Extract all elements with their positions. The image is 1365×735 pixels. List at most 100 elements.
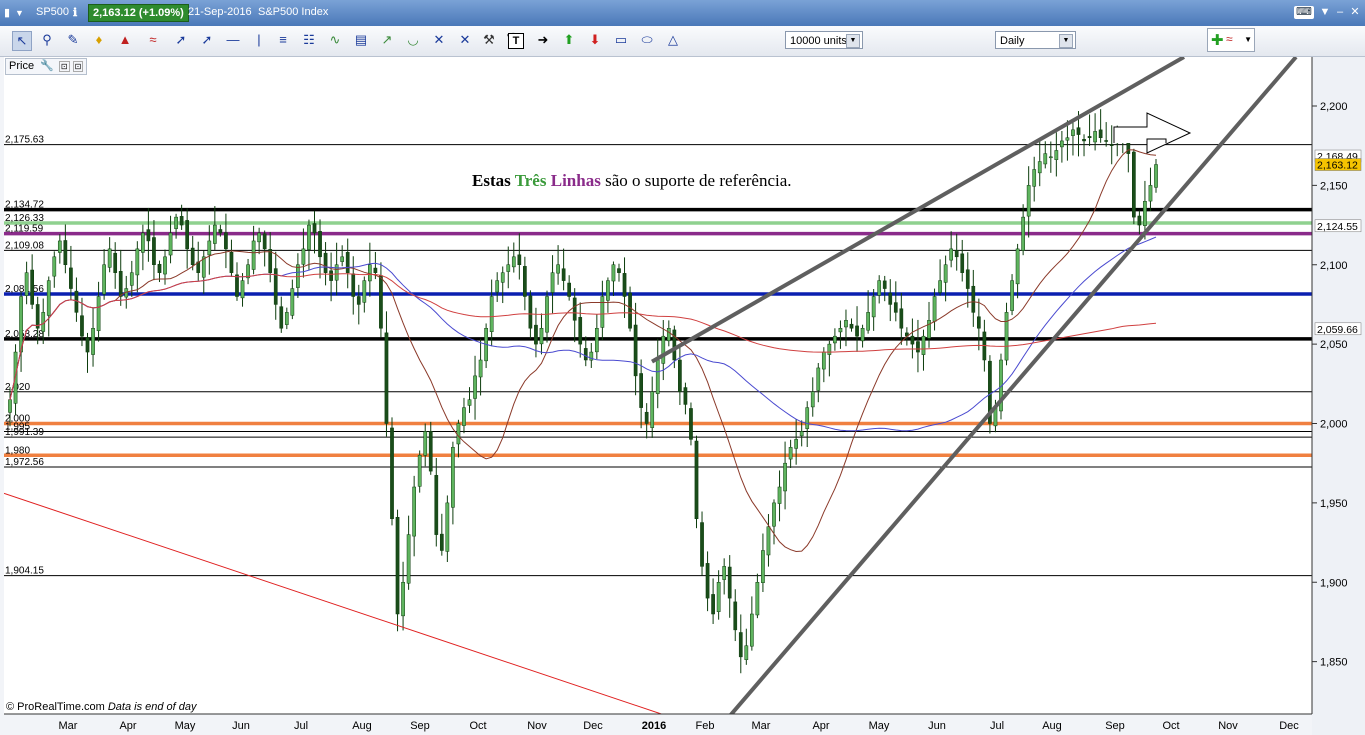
candle-body	[1065, 137, 1070, 141]
candle-body	[855, 325, 859, 337]
expand-icon[interactable]: ⊡	[58, 61, 70, 72]
candle-body	[893, 302, 898, 313]
timeframe-select[interactable]: Daily ▼	[995, 31, 1076, 49]
text-tool-icon[interactable]: T	[508, 33, 524, 49]
trend-tools-icon[interactable]: ↗	[378, 31, 396, 49]
arc-tool-icon[interactable]: ◡	[404, 31, 422, 49]
zoom-tool-icon[interactable]: ⚲	[38, 31, 56, 49]
candle-body	[434, 475, 439, 535]
units-select[interactable]: 10000 units ▼	[785, 31, 863, 49]
minimize-icon[interactable]: –	[1333, 6, 1347, 19]
candle-body	[406, 534, 411, 584]
instrument-label: S&P500 Index	[258, 6, 329, 18]
candle-body	[312, 223, 317, 234]
price-panel-tab[interactable]: Price 🔧 ⊡ ⊡	[5, 58, 88, 75]
ruler-tool-icon[interactable]: ✎	[64, 31, 82, 49]
candle-body	[129, 272, 134, 286]
channel-tool-icon[interactable]: ≈	[144, 31, 162, 49]
price-chart[interactable]: 2,175.63 2,134.72 2,126.332,119.59 2,109.08…	[4, 57, 1312, 714]
chevron-down-icon[interactable]: ▼	[1059, 34, 1073, 48]
chevron-down-icon[interactable]: ▼	[846, 34, 860, 48]
candle-body	[772, 502, 776, 527]
candle-body	[888, 292, 893, 305]
candle-body	[35, 304, 40, 329]
wrench-icon[interactable]: 🔧	[40, 60, 54, 72]
candle-body	[57, 240, 62, 253]
fibonacci-tool-icon[interactable]: ≡	[274, 31, 292, 49]
candle-body	[1137, 215, 1142, 226]
menu-dropdown-icon[interactable]: ▼	[1318, 6, 1332, 19]
triangle-tool-icon[interactable]: △	[664, 31, 682, 49]
pointer-tool-icon[interactable]: ↖	[12, 31, 32, 51]
candle-body	[423, 431, 428, 456]
candle-body	[96, 296, 101, 332]
x-axis-label: Oct	[1162, 720, 1179, 732]
regression-tool-icon[interactable]: ∿	[326, 31, 344, 49]
candle-body	[340, 256, 345, 262]
candle-body	[8, 399, 12, 413]
candle-body	[46, 280, 51, 316]
gann-tool-icon[interactable]: ☷	[300, 31, 318, 49]
candle-body	[1048, 156, 1053, 159]
candle-body	[583, 348, 588, 361]
candle-body	[428, 431, 433, 472]
candle-body	[600, 296, 605, 328]
candle-body	[163, 256, 167, 275]
candle-body	[500, 272, 505, 283]
arrow-right-icon[interactable]: ➜	[534, 31, 552, 49]
price-badge: 2,163.12 (+1.09%)	[88, 4, 189, 22]
candle-body	[141, 232, 145, 253]
candle-body	[810, 391, 815, 408]
ellipse-tool-icon[interactable]: ⬭	[638, 31, 656, 49]
candle-body	[1021, 216, 1025, 251]
hammer-delete-icon[interactable]: ⚒	[480, 31, 498, 49]
candle-body	[1004, 312, 1009, 361]
arrow-up-green-icon[interactable]: ⬆	[560, 31, 578, 49]
candle-body	[561, 268, 566, 281]
symbol-dropdown-icon[interactable]: ▼	[15, 8, 24, 18]
x-axis-label: Aug	[1042, 720, 1062, 732]
rectangle-tool-icon[interactable]: ▭	[612, 31, 630, 49]
chevron-down-icon: ▼	[1244, 35, 1252, 44]
candle-body	[700, 522, 704, 567]
info-icon[interactable]: ℹ	[73, 6, 77, 19]
chart-type-icon[interactable]: ▮	[4, 6, 10, 19]
candle-body	[318, 231, 322, 258]
candle-body	[833, 335, 837, 344]
arrow-down-red-icon[interactable]: ⬇	[586, 31, 604, 49]
candle-body	[805, 407, 810, 429]
price-axis-panel[interactable]	[1312, 57, 1365, 735]
x-axis-label: Jul	[990, 720, 1004, 732]
annotation-text: Estas Três Linhas são o suporte de refer…	[472, 171, 792, 190]
indicators-button[interactable]: ✚ ≈ ▼	[1207, 28, 1255, 52]
text-annotation-tool-icon[interactable]: ▤	[352, 31, 370, 49]
candle-body	[943, 264, 948, 283]
cross-line-2-icon[interactable]: ✕	[456, 31, 474, 49]
segment-tool-icon[interactable]: ➚	[198, 31, 216, 49]
keyboard-icon[interactable]: ⌨	[1294, 6, 1314, 19]
vertical-line-icon[interactable]: |	[250, 31, 268, 49]
panel-settings-icon[interactable]: ⊡	[72, 61, 84, 72]
candle-body	[212, 224, 217, 244]
candle-body	[744, 645, 749, 660]
candle-body	[594, 328, 599, 353]
candle-body	[1143, 201, 1147, 226]
line-tool-icon[interactable]: ➚	[172, 31, 190, 49]
candle-body	[390, 427, 394, 519]
fan-tool-icon[interactable]: ▲	[116, 31, 134, 49]
candle-body	[910, 335, 915, 345]
symbol-label[interactable]: SP500	[36, 6, 69, 18]
alert-bell-icon[interactable]: ♦	[90, 31, 108, 49]
cross-line-icon[interactable]: ✕	[430, 31, 448, 49]
candle-body	[838, 328, 843, 333]
close-icon[interactable]: ✕	[1348, 6, 1362, 19]
candle-body	[639, 373, 643, 408]
add-indicator-icon: ✚	[1211, 32, 1224, 49]
candle-body	[91, 328, 95, 355]
horizontal-line-icon[interactable]: —	[224, 31, 242, 49]
x-axis-label: Dec	[1279, 720, 1299, 732]
candle-body	[401, 582, 405, 617]
candle-body	[362, 280, 367, 303]
date-label: 21-Sep-2016	[188, 6, 252, 18]
candle-body	[821, 351, 826, 370]
